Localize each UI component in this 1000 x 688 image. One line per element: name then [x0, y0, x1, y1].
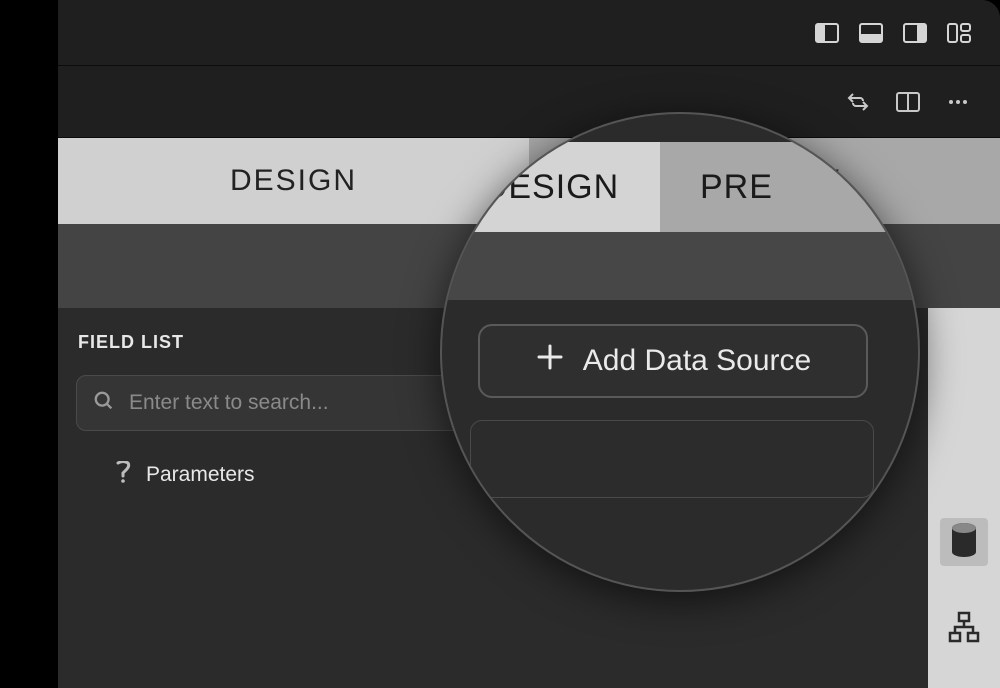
- panel-right-icon[interactable]: [902, 20, 928, 46]
- panel-left-icon[interactable]: [814, 20, 840, 46]
- plus-icon: [535, 342, 565, 380]
- search-icon: [93, 390, 115, 417]
- lens-tab-preview[interactable]: PRE: [660, 142, 918, 232]
- lens-preview-label: PRE: [700, 168, 773, 207]
- database-icon: [949, 522, 979, 563]
- lens-content: DESIGN PRE Add Data Source: [442, 114, 918, 590]
- compare-icon[interactable]: [844, 88, 872, 116]
- lens-empty-list: [470, 420, 874, 498]
- lens-subbar: [442, 232, 918, 300]
- window-titlebar: [58, 0, 1000, 66]
- sitemap-icon: [947, 611, 981, 650]
- right-rail: [928, 308, 1000, 688]
- rail-database-button[interactable]: [940, 518, 988, 566]
- panel-bottom-icon[interactable]: [858, 20, 884, 46]
- add-data-source-label: Add Data Source: [583, 344, 811, 378]
- lens-tab-design[interactable]: DESIGN: [442, 142, 660, 232]
- lens-tabs: DESIGN PRE: [442, 142, 918, 232]
- parameters-label: Parameters: [146, 463, 255, 487]
- add-data-source-button[interactable]: Add Data Source: [478, 324, 868, 398]
- split-icon[interactable]: [894, 88, 922, 116]
- tab-design-label: DESIGN: [230, 164, 357, 198]
- more-icon[interactable]: [944, 88, 972, 116]
- magnifier-lens: DESIGN PRE Add Data Source: [440, 112, 920, 592]
- rail-sitemap-button[interactable]: [940, 606, 988, 654]
- panel-grid-icon[interactable]: [946, 20, 972, 46]
- question-icon: [114, 461, 132, 489]
- lens-design-label: DESIGN: [483, 168, 619, 207]
